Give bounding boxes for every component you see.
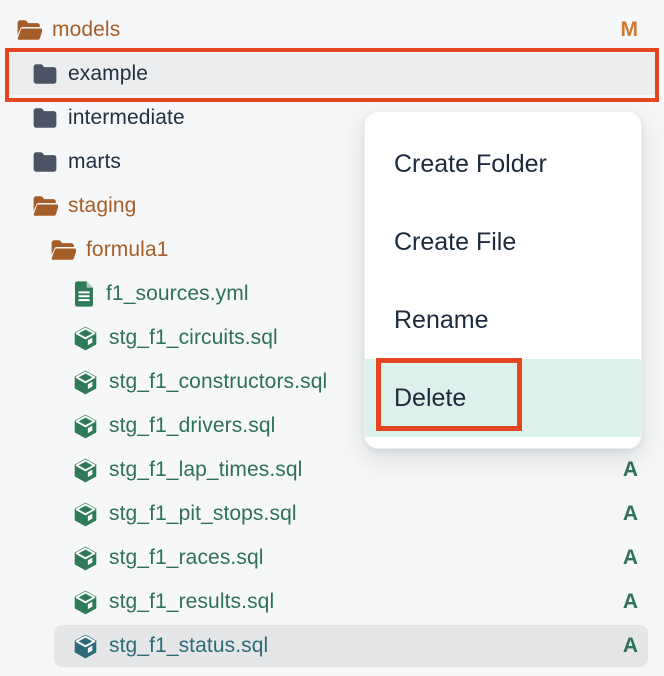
tree-row-label: staging [68, 194, 136, 218]
menu-item-label: Rename [394, 306, 489, 335]
tree-row-label: stg_f1_circuits.sql [109, 326, 278, 350]
folder-icon [32, 62, 58, 86]
git-status-badge: A [623, 458, 638, 482]
tree-row-label: models [52, 18, 120, 42]
git-status-badge: A [623, 634, 638, 658]
tree-row-label: stg_f1_lap_times.sql [109, 458, 302, 482]
git-status-badge: M [621, 18, 639, 42]
git-status-badge: A [623, 590, 638, 614]
tree-row-stg-f1-status-sql[interactable]: stg_f1_status.sql A [0, 624, 664, 668]
model-cube-icon [72, 457, 99, 484]
tree-row-stg-f1-results-sql[interactable]: stg_f1_results.sql A [0, 580, 664, 624]
menu-item-label: Create Folder [394, 150, 547, 179]
folder-icon [32, 106, 58, 130]
tree-row-label: intermediate [68, 106, 185, 130]
model-cube-icon [72, 325, 99, 352]
menu-item-label: Delete [394, 384, 466, 413]
folder-open-icon [50, 238, 76, 262]
model-cube-icon [72, 413, 99, 440]
tree-row-label: stg_f1_races.sql [109, 546, 264, 570]
menu-item-delete[interactable]: Delete [365, 359, 641, 437]
tree-row-label: stg_f1_constructors.sql [109, 370, 327, 394]
tree-row-stg-f1-lap-times-sql[interactable]: stg_f1_lap_times.sql A [0, 448, 664, 492]
model-cube-icon [72, 501, 99, 528]
tree-row-label: stg_f1_results.sql [109, 590, 274, 614]
tree-row-stg-f1-pit-stops-sql[interactable]: stg_f1_pit_stops.sql A [0, 492, 664, 536]
tree-row-label: stg_f1_drivers.sql [109, 414, 275, 438]
tree-row-example[interactable]: example [0, 52, 664, 96]
tree-row-models[interactable]: models M [0, 8, 664, 52]
tree-row-label: marts [68, 150, 121, 174]
folder-open-icon [16, 18, 42, 42]
menu-item-rename[interactable]: Rename [365, 281, 641, 359]
model-cube-icon [72, 589, 99, 616]
model-cube-icon [72, 633, 99, 660]
tree-row-label: formula1 [86, 238, 169, 262]
git-status-badge: A [623, 502, 638, 526]
file-explorer-panel: models M example intermediate marts stag… [0, 0, 664, 676]
context-menu: Create Folder Create File Rename Delete [364, 111, 642, 449]
tree-row-label: stg_f1_status.sql [109, 634, 268, 658]
yaml-file-icon [72, 280, 96, 308]
git-status-badge: A [623, 546, 638, 570]
menu-item-create-folder[interactable]: Create Folder [365, 125, 641, 203]
folder-icon [32, 150, 58, 174]
tree-row-label: f1_sources.yml [106, 282, 249, 306]
tree-row-label: example [68, 62, 148, 86]
tree-row-stg-f1-races-sql[interactable]: stg_f1_races.sql A [0, 536, 664, 580]
menu-item-create-file[interactable]: Create File [365, 203, 641, 281]
folder-open-icon [32, 194, 58, 218]
tree-row-label: stg_f1_pit_stops.sql [109, 502, 297, 526]
model-cube-icon [72, 369, 99, 396]
model-cube-icon [72, 545, 99, 572]
menu-item-label: Create File [394, 228, 516, 257]
